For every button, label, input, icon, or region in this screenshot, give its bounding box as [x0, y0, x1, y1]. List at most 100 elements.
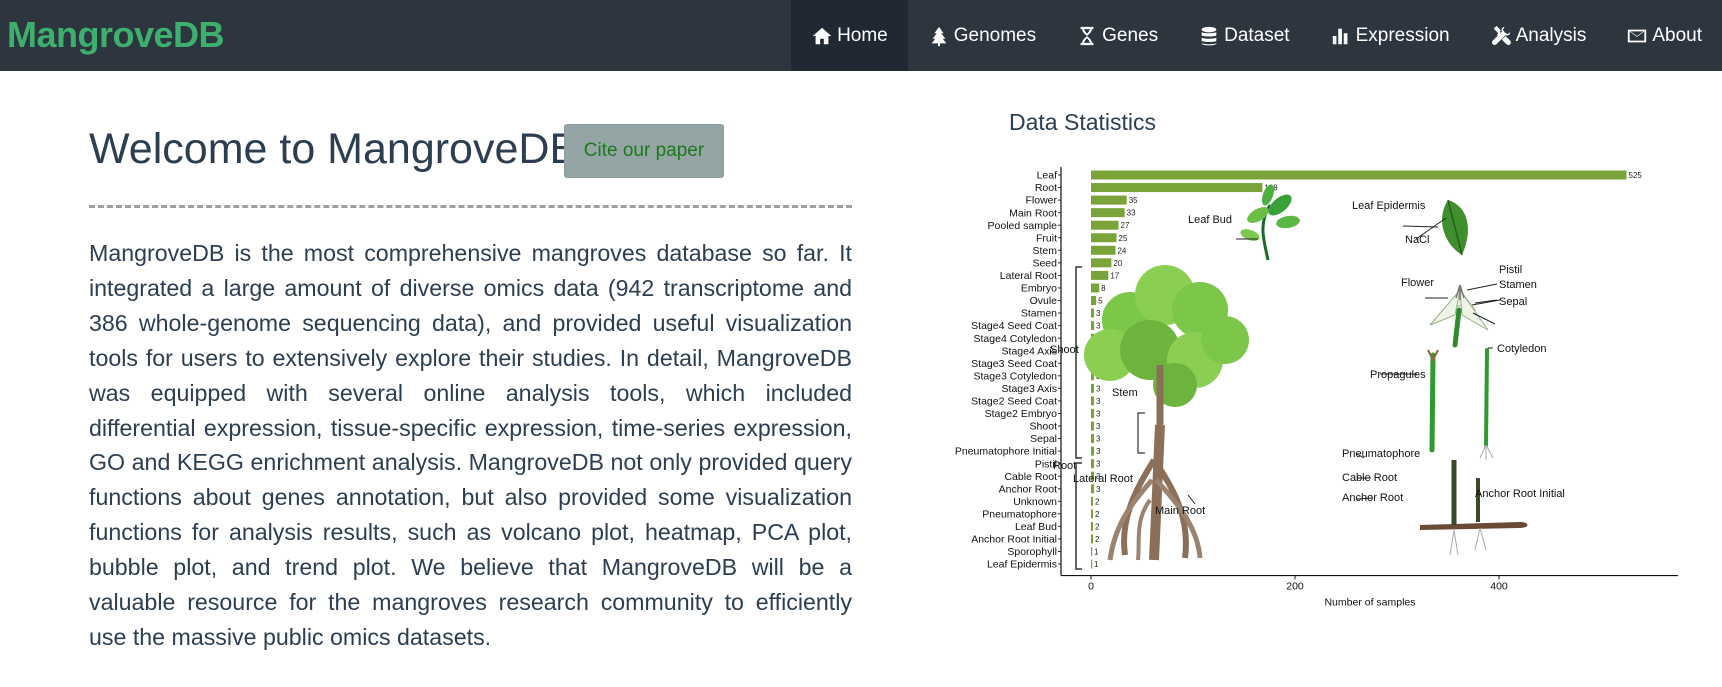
cite-paper-button[interactable]: Cite our paper: [564, 124, 724, 178]
label-pneumatophore: Pneumatophore: [1342, 448, 1420, 460]
bar-anchor-root: [1091, 484, 1095, 494]
category-tick-label: Stage2 Embryo: [985, 408, 1058, 420]
bar-anchor-root-initial: [1091, 534, 1094, 544]
category-tick-label: Embryo: [1021, 283, 1057, 295]
bar-stage2-seed-coat: [1091, 396, 1095, 406]
envelope-icon: [1628, 29, 1647, 42]
page-title: Welcome to MangroveDB!: [89, 125, 591, 173]
nav-expression-label: Expression: [1355, 24, 1450, 46]
bar-chart-icon: [1332, 28, 1348, 44]
category-tick-label: Stage4 Axis: [1002, 345, 1057, 357]
home-icon: [812, 27, 832, 44]
bar-value-label: 2: [1095, 522, 1100, 531]
brand-logo[interactable]: MangroveDB: [7, 15, 225, 55]
category-tick-label: Fruit: [1036, 232, 1057, 244]
bar-value-label: 3: [1096, 397, 1101, 406]
propagules-icon: [1427, 348, 1494, 460]
label-lateral-root: Lateral Root: [1073, 473, 1133, 485]
nav-genomes-label: Genomes: [953, 24, 1037, 46]
category-tick-label: Stem: [1032, 245, 1057, 257]
category-tick-label: Sepal: [1030, 433, 1057, 445]
nav-genomes[interactable]: Genomes: [908, 0, 1056, 71]
bar-lateral-root: [1091, 270, 1109, 280]
label-flower: Flower: [1401, 277, 1434, 289]
bar-leaf-epidermis: [1091, 559, 1093, 569]
category-tick-label: Root: [1035, 182, 1057, 194]
bar-flower: [1091, 195, 1127, 205]
category-tick-label: Stage4 Seed Coat: [971, 320, 1057, 332]
bar-leaf: [1091, 170, 1627, 180]
bar-main-root: [1091, 208, 1125, 218]
category-tick-label: Main Root: [1009, 207, 1057, 219]
category-tick-label: Pooled sample: [988, 220, 1058, 232]
bar-sepal: [1091, 434, 1095, 444]
bar-value-label: 3: [1096, 409, 1101, 418]
bar-value-label: 5: [1098, 297, 1103, 306]
bar-value-label: 8: [1101, 284, 1106, 293]
label-anchor-root-initial: Anchor Root Initial: [1475, 488, 1565, 500]
intro-text: MangroveDB is the most comprehensive man…: [89, 240, 852, 650]
axes-layer: LeafRootFlowerMain RootPooled sampleFrui…: [955, 167, 1678, 609]
category-tick-label: Stage3 Seed Coat: [971, 358, 1057, 370]
bar-stage4-seed-coat: [1091, 321, 1095, 331]
bar-value-label: 525: [1629, 171, 1643, 180]
category-tick-label: Stage3 Axis: [1002, 383, 1057, 395]
bar-value-label: 3: [1096, 435, 1101, 444]
category-tick-label: Pistil: [1035, 458, 1057, 470]
bar-value-label: 3: [1096, 422, 1101, 431]
leaf-epidermis-icon: [1442, 199, 1468, 256]
label-leaf-epidermis: Leaf Epidermis: [1352, 200, 1426, 212]
bar-value-label: 2: [1095, 535, 1100, 544]
category-tick-label: Ovule: [1030, 295, 1058, 307]
label-leaf-bud: Leaf Bud: [1188, 214, 1232, 226]
bar-fruit: [1091, 233, 1117, 243]
category-tick-label: Pneumatophore Initial: [955, 446, 1057, 458]
label-cotyledon: Cotyledon: [1497, 343, 1547, 355]
bar-root: [1091, 183, 1263, 193]
category-tick-label: Stage4 Cotyledon: [974, 333, 1058, 345]
tools-icon: [1491, 25, 1511, 45]
category-tick-label: Anchor Root: [999, 483, 1057, 495]
x-axis-label: Number of samples: [1324, 597, 1415, 609]
label-pistil: Pistil: [1499, 264, 1522, 276]
nav-about-label: About: [1652, 24, 1702, 46]
bar-value-label: 2: [1095, 510, 1100, 519]
bar-value-label: 24: [1117, 246, 1126, 255]
category-tick-label: Flower: [1025, 195, 1057, 207]
nav-analysis[interactable]: Analysis: [1470, 0, 1607, 71]
x-tick-label: 0: [1088, 581, 1094, 593]
nav-home[interactable]: Home: [791, 0, 908, 71]
bar-value-label: 17: [1110, 271, 1119, 280]
bar-stage2-embryo: [1091, 408, 1095, 418]
bar-stage3-axis: [1091, 383, 1095, 393]
tree-icon: [931, 26, 947, 46]
bar-value-label: 3: [1096, 447, 1101, 456]
x-tick-label: 200: [1286, 581, 1304, 593]
bar-stem: [1091, 245, 1116, 255]
bar-value-label: 33: [1127, 209, 1136, 218]
nav-analysis-label: Analysis: [1515, 24, 1587, 46]
bar-ovule: [1091, 296, 1097, 305]
nav-dataset[interactable]: Dataset: [1178, 0, 1309, 71]
category-tick-label: Unknown: [1013, 496, 1057, 508]
bar-value-label: 3: [1096, 384, 1101, 393]
bar-value-label: 3: [1096, 485, 1101, 494]
category-tick-label: Anchor Root Initial: [971, 534, 1057, 546]
bar-pooled-sample: [1091, 220, 1119, 230]
bar-value-label: 2: [1095, 497, 1100, 506]
nav-home-label: Home: [837, 24, 888, 46]
nav-genes[interactable]: Genes: [1056, 0, 1178, 71]
label-cable-root: Cable Root: [1342, 472, 1397, 484]
bar-value-label: 1: [1094, 560, 1099, 569]
nav-expression[interactable]: Expression: [1310, 0, 1470, 71]
divider: [89, 205, 852, 208]
database-icon: [1201, 26, 1217, 45]
label-sepal: Sepal: [1499, 296, 1527, 308]
category-tick-label: Leaf: [1037, 170, 1058, 182]
bar-pistil: [1091, 459, 1095, 469]
label-stem: Stem: [1112, 387, 1138, 399]
bar-seed: [1091, 258, 1112, 268]
x-tick-label: 400: [1490, 581, 1508, 593]
nav-about[interactable]: About: [1606, 0, 1722, 71]
label-nacl: NaCl: [1405, 234, 1429, 246]
